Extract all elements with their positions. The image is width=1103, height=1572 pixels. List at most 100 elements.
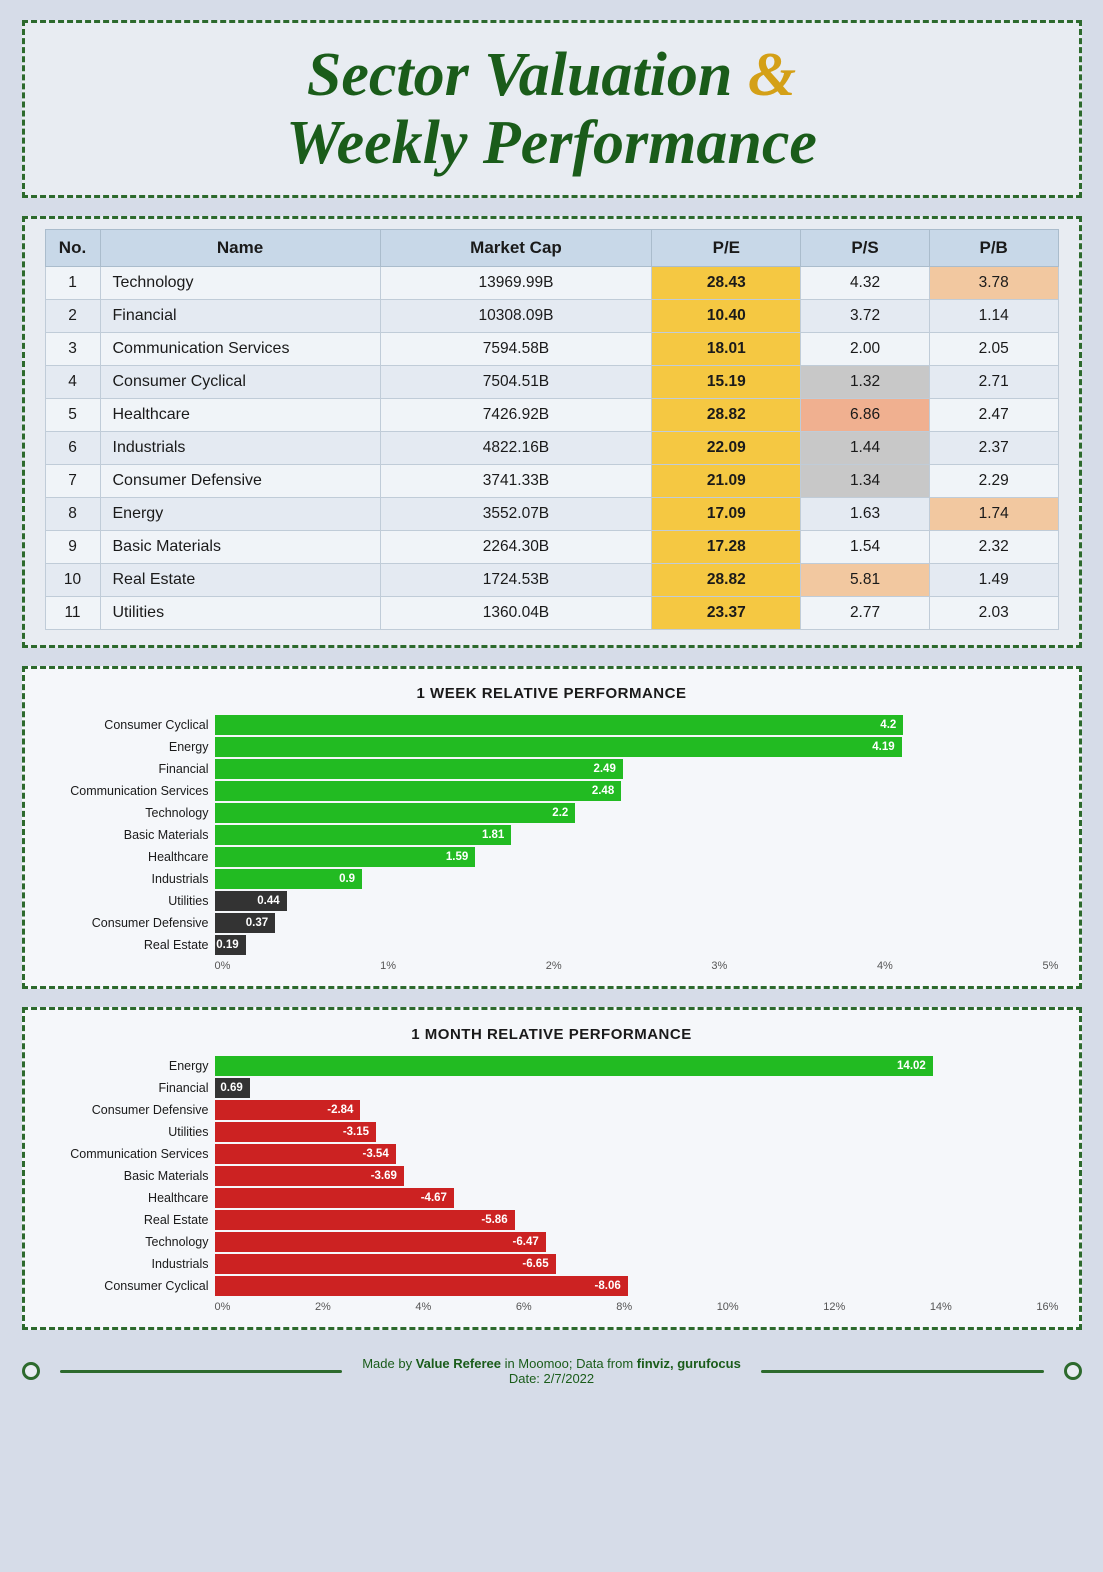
table-row: 10Real Estate1724.53B28.825.811.49 (45, 564, 1058, 597)
cell-name: Real Estate (100, 564, 380, 597)
cell-market-cap: 3741.33B (380, 465, 652, 498)
bar-value: 0.44 (253, 895, 283, 907)
bar: 4.2 (215, 715, 904, 735)
chart-row: Technology2.2 (45, 802, 1059, 824)
bar: 1.81 (215, 825, 512, 845)
cell-name: Consumer Defensive (100, 465, 380, 498)
bar-label: Real Estate (45, 938, 215, 952)
cell-pe: 21.09 (652, 465, 801, 498)
cell-no: 8 (45, 498, 100, 531)
chart-row: Energy4.19 (45, 736, 1059, 758)
bar-container: 0.9 (215, 869, 1059, 889)
table-row: 3Communication Services7594.58B18.012.00… (45, 333, 1058, 366)
bar-value: -3.54 (359, 1148, 393, 1160)
bar-container: -6.65 (215, 1254, 1059, 1274)
cell-name: Technology (100, 267, 380, 300)
cell-pb: 2.47 (929, 399, 1058, 432)
bar-container: 2.49 (215, 759, 1059, 779)
bar-value: 2.48 (588, 785, 618, 797)
x-axis-label: 14% (930, 1301, 952, 1313)
x-axis-label: 3% (711, 960, 727, 972)
bar-value: 0.69 (216, 1082, 246, 1094)
month-chart-title: 1 MONTH RELATIVE PERFORMANCE (45, 1026, 1059, 1043)
chart-row: Consumer Cyclical4.2 (45, 714, 1059, 736)
cell-ps: 1.63 (801, 498, 930, 531)
cell-market-cap: 3552.07B (380, 498, 652, 531)
cell-ps: 1.54 (801, 531, 930, 564)
cell-pb: 1.49 (929, 564, 1058, 597)
footer-line-left (60, 1370, 343, 1373)
x-axis-label: 0% (215, 960, 231, 972)
bar-container: 4.19 (215, 737, 1059, 757)
cell-name: Basic Materials (100, 531, 380, 564)
bar: 0.69 (215, 1078, 250, 1098)
bar-label: Consumer Defensive (45, 1103, 215, 1117)
bar: -5.86 (215, 1210, 515, 1230)
cell-no: 2 (45, 300, 100, 333)
bar-label: Consumer Cyclical (45, 718, 215, 732)
bar-label: Financial (45, 1081, 215, 1095)
table-section: No. Name Market Cap P/E P/S P/B 1Technol… (22, 216, 1082, 648)
cell-name: Utilities (100, 597, 380, 630)
cell-pe: 28.43 (652, 267, 801, 300)
bar-label: Communication Services (45, 784, 215, 798)
table-row: 4Consumer Cyclical7504.51B15.191.322.71 (45, 366, 1058, 399)
cell-market-cap: 4822.16B (380, 432, 652, 465)
footer-section: Made by Value Referee in Moomoo; Data fr… (22, 1348, 1082, 1394)
bar-value: -5.86 (477, 1214, 511, 1226)
col-market-cap: Market Cap (380, 230, 652, 267)
cell-ps: 1.32 (801, 366, 930, 399)
bar: 2.49 (215, 759, 623, 779)
cell-pe: 22.09 (652, 432, 801, 465)
bar-container: 0.19 (215, 935, 1059, 955)
bar-label: Real Estate (45, 1213, 215, 1227)
bar-label: Utilities (45, 894, 215, 908)
cell-no: 1 (45, 267, 100, 300)
footer-text: Made by Value Referee in Moomoo; Data fr… (362, 1356, 741, 1386)
x-axis-label: 0% (215, 1301, 231, 1313)
cell-pe: 10.40 (652, 300, 801, 333)
col-pe: P/E (652, 230, 801, 267)
cell-ps: 5.81 (801, 564, 930, 597)
cell-pb: 1.14 (929, 300, 1058, 333)
col-name: Name (100, 230, 380, 267)
page-title: Sector Valuation & Weekly Performance (55, 41, 1049, 177)
chart-row: Industrials0.9 (45, 868, 1059, 890)
bar-label: Consumer Defensive (45, 916, 215, 930)
bar-label: Healthcare (45, 850, 215, 864)
chart-row: Consumer Cyclical-8.06 (45, 1275, 1059, 1297)
x-axis-labels: 0%1%2%3%4%5% (215, 960, 1059, 972)
cell-market-cap: 10308.09B (380, 300, 652, 333)
x-axis-label: 1% (380, 960, 396, 972)
table-row: 1Technology13969.99B28.434.323.78 (45, 267, 1058, 300)
col-pb: P/B (929, 230, 1058, 267)
chart-row: Real Estate0.19 (45, 934, 1059, 956)
bar-value: -8.06 (591, 1280, 625, 1292)
cell-market-cap: 7594.58B (380, 333, 652, 366)
bar-container: 0.69 (215, 1078, 1059, 1098)
cell-pe: 23.37 (652, 597, 801, 630)
week-chart-section: 1 WEEK RELATIVE PERFORMANCE Consumer Cyc… (22, 666, 1082, 989)
chart-row: Financial2.49 (45, 758, 1059, 780)
x-axis-label: 6% (516, 1301, 532, 1313)
bar-container: -3.15 (215, 1122, 1059, 1142)
cell-pb: 1.74 (929, 498, 1058, 531)
bar: 0.19 (215, 935, 246, 955)
table-row: 5Healthcare7426.92B28.826.862.47 (45, 399, 1058, 432)
cell-ps: 6.86 (801, 399, 930, 432)
bar: -3.15 (215, 1122, 377, 1142)
cell-no: 4 (45, 366, 100, 399)
chart-row: Financial0.69 (45, 1077, 1059, 1099)
bar-label: Healthcare (45, 1191, 215, 1205)
bar-value: -3.69 (367, 1170, 401, 1182)
cell-pb: 2.05 (929, 333, 1058, 366)
cell-ps: 1.34 (801, 465, 930, 498)
bar: -3.69 (215, 1166, 404, 1186)
x-axis-label: 4% (415, 1301, 431, 1313)
bar: -6.65 (215, 1254, 556, 1274)
bar-container: 2.48 (215, 781, 1059, 801)
bar-container: 14.02 (215, 1056, 1059, 1076)
table-row: 2Financial10308.09B10.403.721.14 (45, 300, 1058, 333)
bar: -8.06 (215, 1276, 628, 1296)
bar-container: 2.2 (215, 803, 1059, 823)
